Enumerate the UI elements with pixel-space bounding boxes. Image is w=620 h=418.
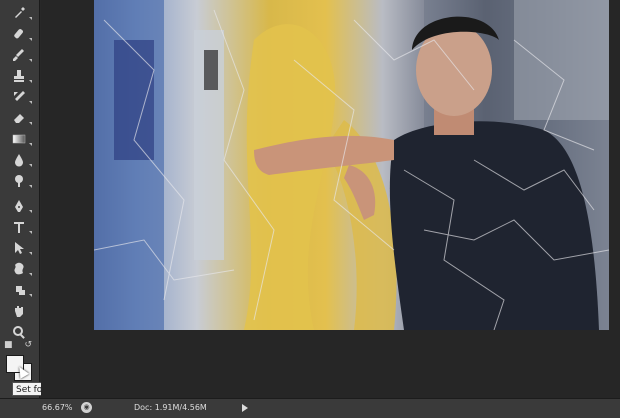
path-selection-icon[interactable] [6, 237, 32, 258]
document-window[interactable] [41, 0, 620, 398]
hand-icon[interactable] [6, 300, 32, 321]
color-reset-controls: ■ ↺ [4, 340, 32, 352]
status-bar: 66.67% ◉ Doc: 1.91M/4.56M [0, 398, 620, 418]
eyedropper-icon[interactable] [6, 2, 32, 23]
brush-icon[interactable] [6, 44, 32, 65]
healing-brush-icon[interactable] [6, 23, 32, 44]
zoom-level[interactable]: 66.67% [42, 403, 73, 412]
zoom-icon[interactable] [6, 321, 32, 342]
swap-colors-icon[interactable]: ↺ [24, 340, 32, 352]
dodge-icon[interactable] [6, 170, 32, 191]
photo-illustration [94, 0, 609, 330]
status-info-icon[interactable]: ◉ [81, 402, 92, 413]
tools-panel: ■ ↺ [0, 0, 40, 398]
shape-icon[interactable] [6, 258, 32, 279]
3d-rotate-icon[interactable] [6, 279, 32, 300]
tools-column [6, 2, 32, 342]
eraser-icon[interactable] [6, 107, 32, 128]
gradient-icon[interactable] [6, 128, 32, 149]
type-icon[interactable] [6, 216, 32, 237]
document-size: Doc: 1.91M/4.56M [134, 403, 207, 412]
history-brush-icon[interactable] [6, 86, 32, 107]
pen-icon[interactable] [6, 195, 32, 216]
status-menu-arrow-icon[interactable] [242, 404, 248, 412]
clone-stamp-icon[interactable] [6, 65, 32, 86]
default-colors-icon[interactable]: ■ [4, 340, 13, 352]
blur-icon[interactable] [6, 149, 32, 170]
image-canvas[interactable] [94, 0, 609, 330]
